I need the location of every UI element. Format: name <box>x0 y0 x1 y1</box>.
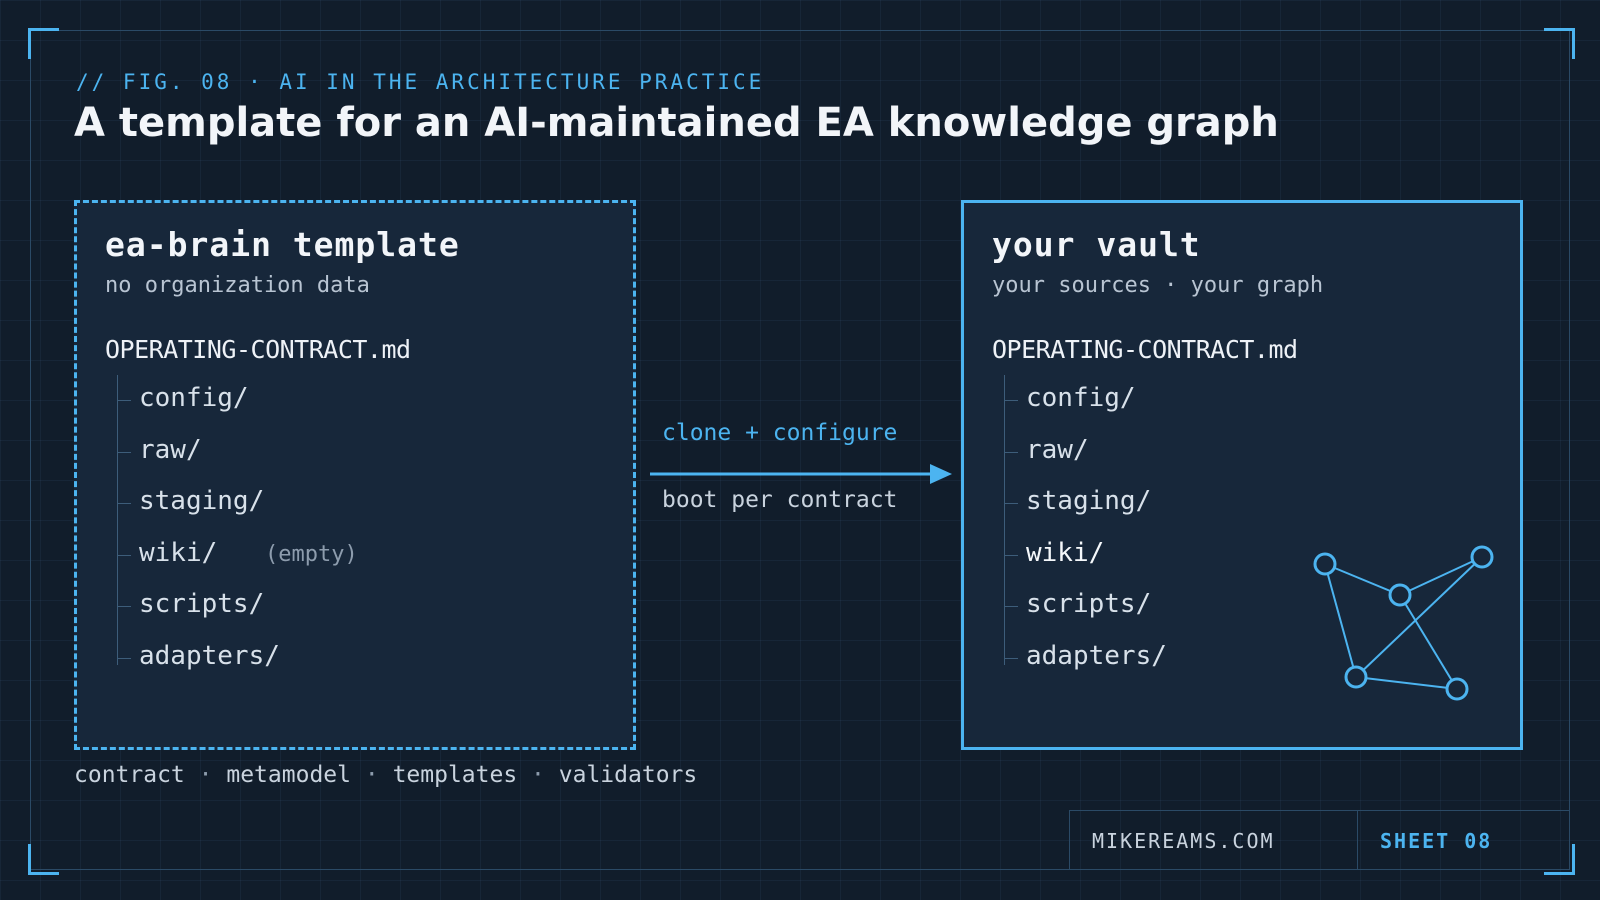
template-title: ea-brain template <box>105 225 460 264</box>
graph-node <box>1344 665 1368 689</box>
wiki-empty-note: (empty) <box>265 542 358 567</box>
graph-node <box>1388 583 1412 607</box>
tag-contract: contract <box>74 762 185 788</box>
tag-separator: · <box>364 762 379 788</box>
tree-branch <box>117 452 131 453</box>
tree-branch <box>117 658 131 659</box>
template-subtitle: no organization data <box>105 273 370 298</box>
dir-label: wiki/ <box>1026 538 1105 568</box>
footer-tags: contract · metamodel · templates · valid… <box>74 762 697 788</box>
tree-branch <box>117 606 131 607</box>
dir-label: raw/ <box>139 435 202 465</box>
dir-label: staging/ <box>1026 486 1152 516</box>
dir-label: config/ <box>1026 383 1136 413</box>
tree-branch <box>1004 555 1018 556</box>
dir-label: adapters/ <box>139 641 280 671</box>
graph-node <box>1445 677 1469 701</box>
tag-metamodel: metamodel <box>226 762 351 788</box>
template-panel: ea-brain template no organization data O… <box>74 200 636 750</box>
tree-branch <box>1004 658 1018 659</box>
corner-mark-top-right <box>1544 28 1575 59</box>
clone-configure-label: clone + configure <box>662 420 898 446</box>
tree-branch <box>1004 606 1018 607</box>
vault-title: your vault <box>992 225 1201 264</box>
tree-branch <box>1004 503 1018 504</box>
dir-label: scripts/ <box>139 589 265 619</box>
corner-mark-bottom-left <box>28 844 59 875</box>
tree-branch <box>117 503 131 504</box>
dir-label: scripts/ <box>1026 589 1152 619</box>
tag-separator: · <box>531 762 545 788</box>
page-title: A template for an AI-maintained EA knowl… <box>74 100 1279 146</box>
figure-label: // FIG. 08 · AI IN THE ARCHITECTURE PRAC… <box>76 70 765 94</box>
sheet-number: SHEET 08 <box>1380 828 1493 853</box>
dir-label: adapters/ <box>1026 641 1167 671</box>
knowledge-graph-icon <box>1313 545 1494 701</box>
graph-node <box>1470 545 1494 569</box>
graph-node <box>1313 552 1337 576</box>
vault-tree-line <box>1004 375 1005 665</box>
boot-per-contract-label: boot per contract <box>662 487 898 513</box>
tree-branch <box>117 555 131 556</box>
vault-contract-file: OPERATING-CONTRACT.md <box>992 335 1298 364</box>
tag-templates: templates <box>392 762 518 788</box>
tag-separator: · <box>198 762 213 788</box>
dir-label: staging/ <box>139 486 265 516</box>
arrow-right-icon <box>650 464 952 484</box>
dir-label: config/ <box>139 383 249 413</box>
tree-branch <box>1004 452 1018 453</box>
title-block: MIKEREAMS.COM SHEET 08 <box>1069 810 1570 870</box>
site-label: MIKEREAMS.COM <box>1070 811 1358 870</box>
template-contract-file: OPERATING-CONTRACT.md <box>105 335 411 364</box>
dir-label: raw/ <box>1026 435 1089 465</box>
tree-branch <box>1004 400 1018 401</box>
corner-mark-top-left <box>28 28 59 59</box>
dir-label: wiki/ <box>139 538 218 568</box>
template-tree-line <box>117 375 118 665</box>
vault-subtitle: your sources · your graph <box>992 273 1324 298</box>
tree-branch <box>117 400 131 401</box>
tag-validators: validators <box>558 762 698 788</box>
